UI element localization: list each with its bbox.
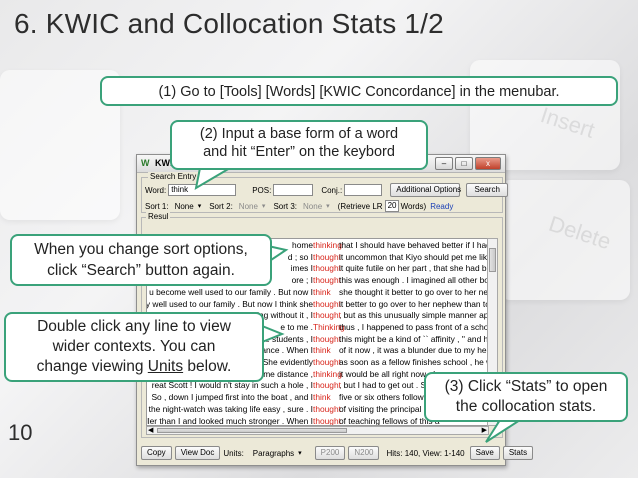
callout-step3: (3) Click “Stats” to open the collocatio… <box>424 372 628 422</box>
callout-sort-line: When you change sort options, <box>34 241 248 258</box>
callout-dblclick-line: change viewing Units below. <box>12 357 256 377</box>
callout-dblclick-line: wider contexts. You can <box>52 338 216 355</box>
callout-units-text: Units <box>147 358 184 375</box>
callout-sort-line: click “Search” button again. <box>47 262 235 279</box>
callout-step3-line: (3) Click “Stats” to open <box>444 378 608 395</box>
callout-step2: (2) Input a base form of a word and hit … <box>170 120 428 170</box>
callout-sort-options: When you change sort options, click “Sea… <box>10 234 272 286</box>
callout-step3-line: the collocation stats. <box>455 398 597 415</box>
callout-dblclick-text: below. <box>183 358 232 375</box>
callout-step2-line: (2) Input a base form of a word <box>199 126 399 142</box>
callout-dblclick-text: change viewing <box>36 358 148 375</box>
callout-step2-line: and hit “Enter” on the keybord <box>203 144 395 160</box>
callout-dblclick-line: Double click any line to view <box>37 318 231 335</box>
callout-step1: (1) Go to [Tools] [Words] [KWIC Concorda… <box>100 76 618 106</box>
callout-step1-text: (1) Go to [Tools] [Words] [KWIC Concorda… <box>158 84 560 100</box>
callout-double-click: Double click any line to view wider cont… <box>4 312 264 382</box>
